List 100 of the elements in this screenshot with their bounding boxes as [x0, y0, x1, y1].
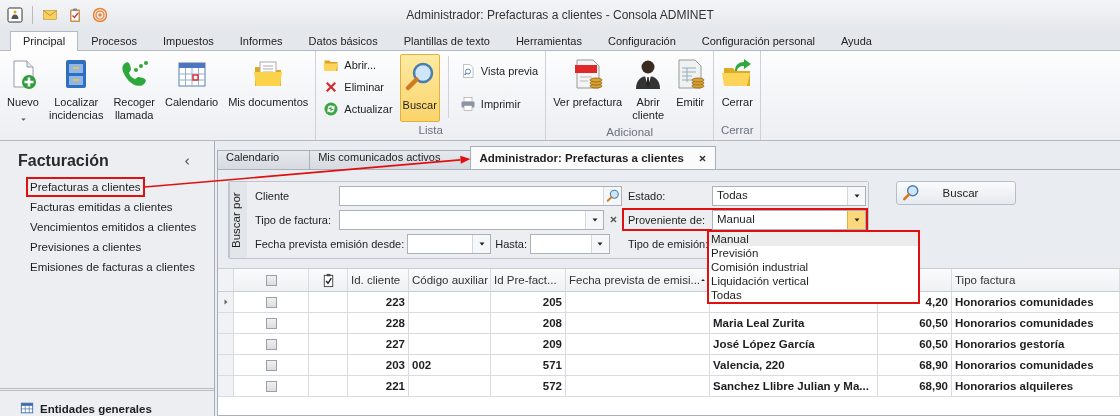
ribbon-button[interactable]: Emitir — [671, 54, 710, 113]
close-icon[interactable] — [608, 215, 618, 224]
date-field[interactable] — [530, 233, 610, 254]
ribbon-button[interactable]: Buscar — [399, 54, 440, 122]
ribbon-button[interactable]: Recoger llamada — [110, 54, 158, 126]
dropdown-option[interactable]: Comisión industrial — [709, 260, 918, 274]
refresh-icon — [323, 101, 340, 117]
checkbox[interactable] — [265, 338, 277, 350]
ribbon-tab[interactable]: Datos básicos — [295, 31, 391, 50]
ribbon-button[interactable]: Calendario — [162, 54, 222, 113]
sidebar-item[interactable]: Facturas emitidas a clientes — [26, 197, 177, 217]
clipboard-icon[interactable] — [67, 7, 83, 23]
ribbon-tab[interactable]: Plantillas de texto — [390, 31, 503, 50]
table-cell: Honorarios comunidades — [952, 313, 1120, 333]
table-cell: Honorarios comunidades — [952, 292, 1120, 312]
column-header[interactable]: Id Pre-fact... — [491, 269, 566, 291]
table-cell: Honorarios alquileres — [952, 376, 1120, 396]
ribbon-button[interactable]: Eliminar — [320, 78, 396, 96]
field-label: Proveniente de: — [628, 213, 707, 226]
ribbon-button[interactable]: Abrir cliente — [629, 54, 668, 126]
column-header[interactable]: Tipo factura — [952, 269, 1120, 291]
ribbon-tab[interactable]: Configuración — [594, 31, 689, 50]
sidebar-title: Facturación — [18, 152, 109, 170]
ribbon-tab[interactable]: Herramientas — [502, 31, 595, 50]
column-header[interactable]: Id. cliente — [348, 269, 409, 291]
sidebar-item[interactable]: Previsiones a clientes — [26, 237, 146, 257]
table-cell: 572 — [491, 376, 566, 396]
checkbox[interactable] — [265, 317, 277, 329]
ribbon-button[interactable]: Actualizar — [320, 100, 396, 118]
table-cell: 228 — [348, 313, 409, 333]
mail-icon[interactable] — [42, 7, 58, 23]
panel-caption: Buscar por — [229, 182, 247, 258]
ribbon-tab[interactable]: Informes — [226, 31, 296, 50]
dropdown-field[interactable]: Todas — [712, 185, 866, 206]
search-field[interactable] — [339, 185, 622, 206]
table-cell: 209 — [491, 334, 566, 354]
checkbox[interactable] — [265, 274, 277, 286]
checkbox[interactable] — [265, 380, 277, 392]
table-cell: José López García — [710, 334, 878, 354]
row-indicator-icon — [222, 298, 230, 306]
dropdown-option[interactable]: Manual — [709, 232, 918, 246]
signal-icon[interactable] — [92, 7, 108, 23]
table-cell: Honorarios comunidades — [952, 355, 1120, 375]
search-icon — [902, 184, 920, 202]
dropdown-option[interactable]: Liquidación vertical — [709, 274, 918, 288]
table-cell: 223 — [348, 292, 409, 312]
ribbon-button[interactable]: Ver prefactura — [550, 54, 626, 113]
ribbon-button[interactable]: Abrir... — [320, 56, 396, 74]
group-label: Adicional — [605, 126, 654, 140]
search-button[interactable]: Buscar — [896, 181, 1016, 205]
table-cell: 221 — [348, 376, 409, 396]
field-label: Estado: — [628, 189, 667, 202]
search-icon[interactable] — [605, 188, 620, 203]
ribbon-button[interactable]: Localizar incidencias — [46, 54, 107, 126]
ribbon-button[interactable]: Nuevo — [4, 54, 42, 128]
document-tab[interactable]: Calendario — [217, 150, 311, 169]
table-cell: 60,50 — [878, 334, 952, 354]
ribbon-button[interactable]: Mis documentos — [225, 54, 312, 113]
dropdown-field[interactable] — [339, 209, 605, 230]
field-label: Tipo de factura: — [255, 213, 333, 226]
sidebar-item[interactable]: Prefacturas a clientes — [26, 177, 145, 197]
checkbox[interactable] — [265, 359, 277, 371]
ribbon-tab[interactable]: Impuestos — [150, 31, 227, 50]
app-icon[interactable] — [7, 7, 23, 23]
field-label: Hasta: — [494, 237, 528, 250]
table-cell: Sanchez Llibre Julian y Ma... — [710, 376, 878, 396]
field-label: Fecha prevista emisión desde: — [255, 237, 406, 250]
ribbon-button[interactable]: Vista previa — [456, 61, 542, 80]
group-label: Cerrar — [719, 124, 755, 138]
sidebar-section[interactable]: Entidades generales — [40, 403, 152, 415]
column-header[interactable]: Fecha prevista de emisi... — [566, 269, 710, 291]
ribbon-button[interactable]: Imprimir — [456, 94, 542, 113]
row-header[interactable] — [218, 292, 234, 312]
ribbon-tab[interactable]: Procesos — [78, 31, 151, 50]
sidebar-item[interactable]: Vencimientos emitidos a clientes — [26, 217, 201, 237]
checkbox[interactable] — [265, 296, 277, 308]
search-icon — [403, 61, 436, 93]
collapse-button[interactable] — [183, 156, 192, 166]
date-field[interactable] — [407, 233, 492, 254]
field-label: Cliente — [255, 189, 291, 202]
window-title: Administrador: Prefacturas a clientes - Consola ADMINET — [406, 8, 714, 22]
close-icon[interactable] — [698, 154, 707, 163]
table-cell: 208 — [491, 313, 566, 333]
ribbon-button[interactable]: Cerrar — [718, 54, 757, 113]
table-cell: 68,90 — [878, 355, 952, 375]
field-label: Tipo de emisión: — [628, 237, 710, 250]
sidebar-item[interactable]: Emisiones de facturas a clientes — [26, 257, 199, 277]
document-tab[interactable]: Mis comunicados activos — [309, 150, 472, 169]
table-cell: Valencia, 220 — [710, 355, 878, 375]
dropdown-option[interactable]: Previsión — [709, 246, 918, 260]
ribbon-tab[interactable]: Ayuda — [827, 31, 885, 50]
printer-icon — [459, 95, 476, 112]
document-tab[interactable]: Administrador: Prefacturas a clientes — [470, 146, 716, 170]
table-cell: 203 — [348, 355, 409, 375]
column-header[interactable]: Código auxiliar — [409, 269, 491, 291]
dropdown-field[interactable]: Manual — [712, 209, 866, 230]
table-cell: 002 — [409, 355, 491, 375]
ribbon-tab[interactable]: Configuración personal — [688, 31, 828, 50]
table-cell: 571 — [491, 355, 566, 375]
ribbon-tab[interactable]: Principal — [10, 31, 79, 51]
